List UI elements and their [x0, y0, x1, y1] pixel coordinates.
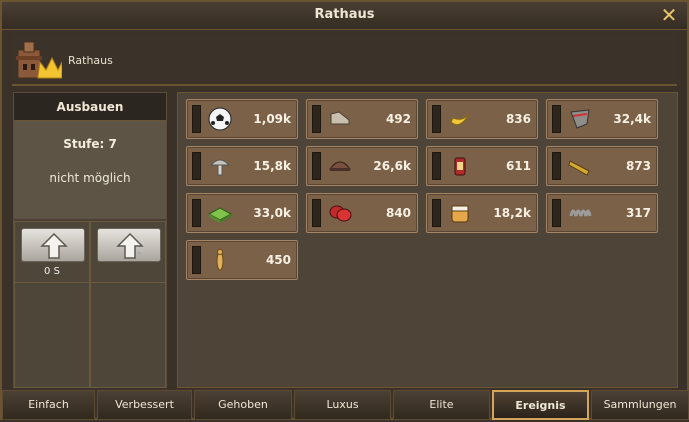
tab-ereignis[interactable]: Ereignis	[492, 390, 589, 420]
stock-bar	[312, 152, 321, 180]
resource-shoe[interactable]: 492	[306, 99, 418, 139]
building-header: Rathaus	[12, 34, 677, 86]
stock-bar	[192, 246, 201, 274]
tab-einfach[interactable]: Einfach	[2, 390, 95, 420]
stock-bar	[432, 152, 441, 180]
resource-shield[interactable]: 32,4k	[546, 99, 658, 139]
category-tabs: Einfach Verbessert Gehoben Luxus Elite E…	[2, 390, 689, 422]
resource-grid: 1,09k 492 836 32,4k 15,8k 26,6k 611 873 …	[177, 92, 678, 388]
tab-verbessert[interactable]: Verbessert	[97, 390, 192, 420]
lantern-icon	[454, 157, 466, 176]
resource-jar[interactable]: 18,2k	[426, 193, 538, 233]
divider	[15, 282, 89, 283]
resource-figure[interactable]: 450	[186, 240, 298, 280]
resource-amount: 492	[385, 112, 411, 126]
building-name: Rathaus	[68, 54, 113, 67]
window-title: Rathaus	[314, 7, 375, 22]
resource-amount: 18,2k	[493, 206, 531, 220]
resource-amount: 611	[505, 159, 531, 173]
resource-gloves[interactable]: 840	[306, 193, 418, 233]
resource-amount: 873	[625, 159, 651, 173]
tab-elite[interactable]: Elite	[393, 390, 490, 420]
upgrade-status: nicht möglich	[49, 171, 131, 185]
resource-coil[interactable]: 317	[546, 193, 658, 233]
shield-icon	[570, 109, 590, 129]
townhall-window: Rathaus ✕ Rathaus Ausbauen Stufe: 7 nich…	[0, 0, 689, 420]
resource-amount: 450	[265, 253, 291, 267]
resource-amount: 33,0k	[253, 206, 291, 220]
divider	[91, 282, 165, 283]
mushroom-icon	[209, 159, 231, 176]
stock-bar	[552, 105, 561, 133]
resource-amount: 840	[385, 206, 411, 220]
stock-bar	[192, 199, 201, 227]
resource-amount: 32,4k	[613, 112, 651, 126]
resource-mushroom[interactable]: 15,8k	[186, 146, 298, 186]
upgrade-column-standard: 0 S	[14, 221, 90, 388]
resource-ball[interactable]: 1,09k	[186, 99, 298, 139]
gloves-icon	[329, 205, 352, 222]
spyglass-icon	[568, 160, 590, 176]
upgrade-arrow-icon	[40, 232, 68, 259]
stock-bar	[432, 199, 441, 227]
upgrade-column-premium	[90, 221, 166, 388]
stock-bar	[192, 152, 201, 180]
shoe-icon	[330, 111, 350, 125]
resource-amount: 1,09k	[253, 112, 291, 126]
upgrade-button[interactable]	[21, 228, 85, 262]
upgrade-cost: 0 S	[44, 266, 60, 277]
level-box: Stufe: 7 nicht möglich	[14, 121, 166, 219]
level-label: Stufe: 7	[63, 137, 117, 151]
grass-tile-icon	[207, 207, 233, 223]
townhall-icon	[16, 41, 62, 79]
resource-amount: 26,6k	[373, 159, 411, 173]
tab-sammlungen[interactable]: Sammlungen	[591, 390, 689, 420]
resource-lantern[interactable]: 611	[426, 146, 538, 186]
resource-banana[interactable]: 836	[426, 99, 538, 139]
premium-upgrade-arrow-icon	[116, 232, 144, 259]
jar-icon	[451, 205, 469, 223]
resource-spyglass[interactable]: 873	[546, 146, 658, 186]
stock-bar	[552, 199, 561, 227]
resource-grass[interactable]: 33,0k	[186, 193, 298, 233]
helmet-icon	[329, 161, 351, 171]
coil-icon	[569, 209, 592, 217]
upgrade-panel: Ausbauen Stufe: 7 nicht möglich 0 S	[13, 92, 167, 388]
stock-bar	[312, 199, 321, 227]
figure-icon	[216, 249, 224, 271]
resource-helmet[interactable]: 26,6k	[306, 146, 418, 186]
premium-upgrade-button[interactable]	[97, 228, 161, 262]
upgrade-heading: Ausbauen	[14, 93, 166, 121]
banana-icon	[450, 113, 470, 126]
stock-bar	[192, 105, 201, 133]
title-bar: Rathaus ✕	[2, 2, 687, 30]
stock-bar	[552, 152, 561, 180]
tab-luxus[interactable]: Luxus	[294, 390, 391, 420]
resource-amount: 317	[625, 206, 651, 220]
ball-icon	[208, 107, 232, 131]
stock-bar	[432, 105, 441, 133]
close-icon[interactable]: ✕	[659, 4, 679, 26]
resource-amount: 836	[505, 112, 531, 126]
stock-bar	[312, 105, 321, 133]
tab-gehoben[interactable]: Gehoben	[194, 390, 292, 420]
resource-amount: 15,8k	[253, 159, 291, 173]
